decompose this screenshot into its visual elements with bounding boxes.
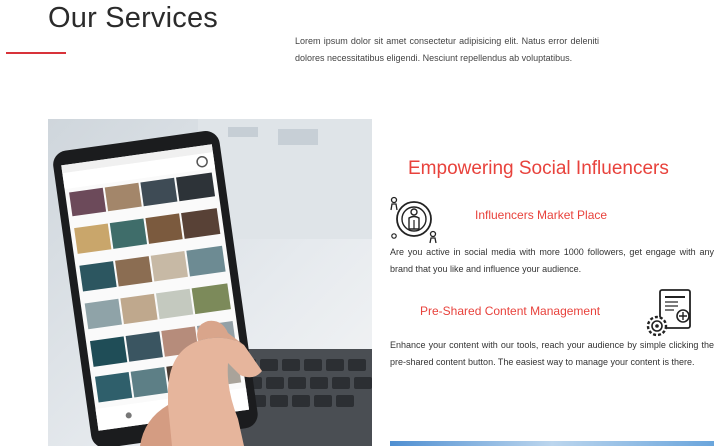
influencer-person-icon: [389, 194, 439, 248]
document-gear-icon: [644, 288, 696, 344]
title-underline: [6, 52, 66, 54]
phone-photo-illustration: [48, 119, 372, 446]
service-description-content-management: Enhance your content with our tools, rea…: [390, 340, 714, 367]
services-heading: Empowering Social Influencers: [408, 158, 669, 179]
hero-image-phone-gallery: [48, 119, 372, 446]
next-section-image-edge: [390, 441, 714, 446]
service-title-pre-shared-content: Pre-Shared Content Management: [420, 304, 601, 318]
service-description-influencers: Are you active in social media with more…: [390, 247, 714, 274]
page-title: Our Services: [48, 2, 218, 34]
section-intro: Lorem ipsum dolor sit amet consectetur a…: [295, 36, 599, 63]
service-title-influencers-market-place: Influencers Market Place: [475, 208, 608, 222]
